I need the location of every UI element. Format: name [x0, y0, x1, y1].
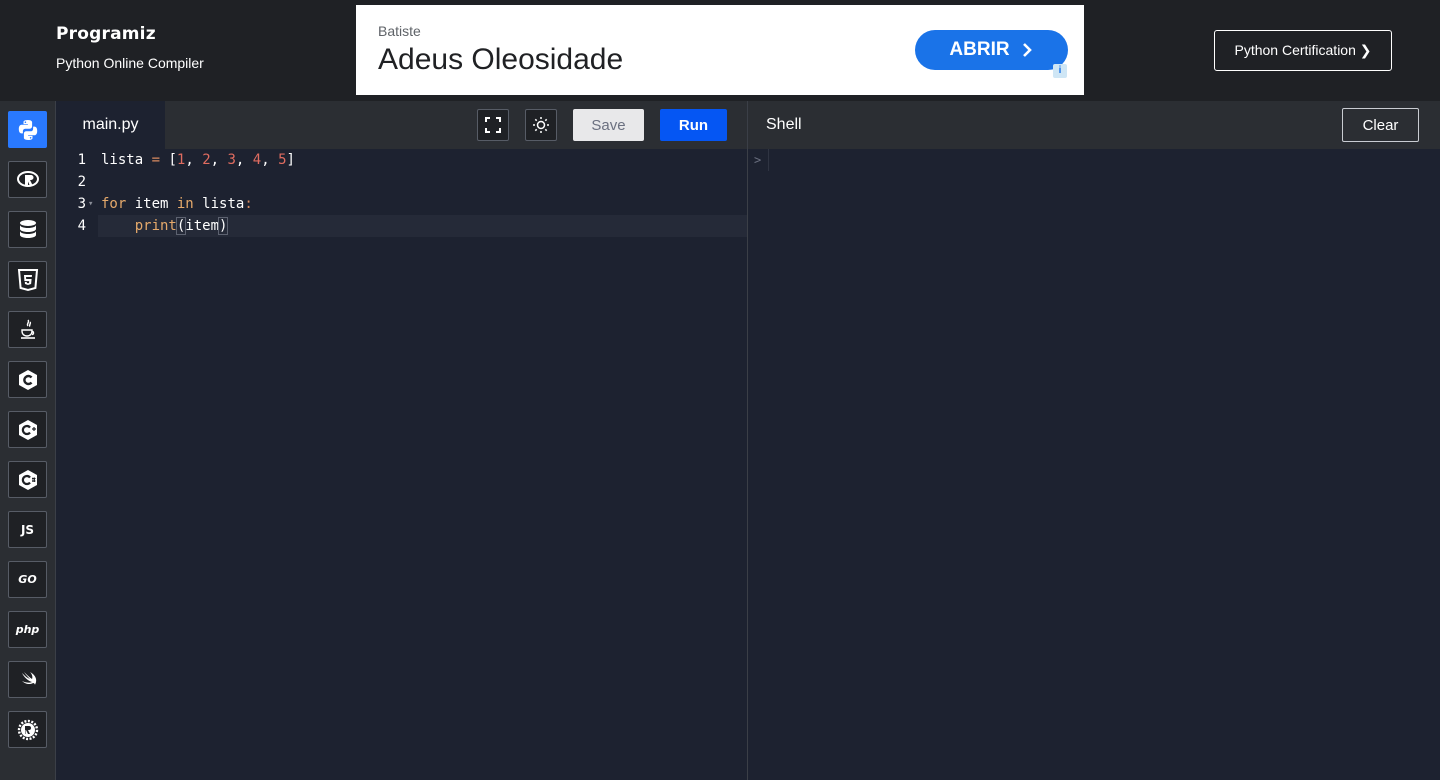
- rust-icon[interactable]: [8, 711, 47, 748]
- go-label: GO: [18, 573, 37, 586]
- save-button[interactable]: Save: [573, 109, 644, 141]
- sun-icon: [533, 117, 549, 133]
- file-tab-main[interactable]: main.py: [56, 101, 165, 149]
- code-line-1: 1 lista = [1, 2, 3, 4, 5]: [56, 149, 747, 171]
- code-editor[interactable]: 1 lista = [1, 2, 3, 4, 5] 2 3 ▾ for item…: [56, 149, 747, 780]
- python-icon[interactable]: [8, 111, 47, 148]
- go-icon[interactable]: GO: [8, 561, 47, 598]
- shell-toolbar: Shell Clear: [748, 101, 1440, 149]
- clear-button[interactable]: Clear: [1342, 108, 1419, 142]
- python-certification-button[interactable]: Python Certification ❯: [1214, 30, 1392, 71]
- ad-headline: Adeus Oleosidade: [378, 43, 624, 76]
- code-line-4: 4 print(item): [56, 215, 747, 237]
- language-sidebar: JS GO php: [0, 101, 56, 780]
- java-icon[interactable]: [8, 311, 47, 348]
- c-icon[interactable]: [8, 361, 47, 398]
- code-text: lista = [1, 2, 3, 4, 5]: [101, 152, 295, 168]
- ad-cta-label: ABRIR: [949, 39, 1010, 60]
- ad-brand: Batiste: [378, 23, 421, 39]
- theme-toggle-button[interactable]: [525, 109, 557, 141]
- editor-toolbar: main.py Save Run: [56, 101, 747, 149]
- shell-title: Shell: [766, 116, 802, 133]
- ad-open-button[interactable]: ABRIR: [915, 30, 1068, 70]
- js-label: JS: [20, 522, 35, 537]
- fullscreen-button[interactable]: [477, 109, 509, 141]
- advertisement-banner[interactable]: Batiste Adeus Oleosidade ABRIR i: [356, 5, 1084, 95]
- compiler-subtitle: Python Online Compiler: [56, 55, 204, 71]
- code-text: print(item): [134, 217, 229, 235]
- shell-gutter: [768, 149, 769, 171]
- shell-prompt: >: [754, 153, 762, 167]
- code-line-2: 2: [56, 171, 747, 193]
- line-number: 2: [77, 174, 86, 190]
- logo-text: Programiz: [56, 24, 156, 44]
- cpp-icon[interactable]: [8, 411, 47, 448]
- fullscreen-icon: [485, 117, 501, 133]
- line-number: 3: [77, 196, 86, 212]
- run-button[interactable]: Run: [660, 109, 727, 141]
- swift-icon[interactable]: [8, 661, 47, 698]
- r-icon[interactable]: [8, 161, 47, 198]
- programiz-logo[interactable]: Programiz Python Online Compiler: [56, 24, 204, 71]
- php-icon[interactable]: php: [8, 611, 47, 648]
- line-number: 4: [77, 218, 86, 234]
- ad-info-icon[interactable]: i: [1053, 64, 1067, 78]
- line-number: 1: [77, 152, 86, 168]
- chevron-right-icon: [1022, 43, 1032, 57]
- php-label: php: [15, 623, 40, 636]
- shell-output[interactable]: >: [748, 149, 1440, 780]
- text-cursor: [227, 218, 229, 234]
- top-header: Programiz Python Online Compiler Batiste…: [0, 0, 1440, 101]
- csharp-icon[interactable]: [8, 461, 47, 498]
- fold-arrow-icon[interactable]: ▾: [88, 193, 93, 215]
- javascript-icon[interactable]: JS: [8, 511, 47, 548]
- sql-icon[interactable]: [8, 211, 47, 248]
- code-text: for item in lista:: [101, 196, 253, 212]
- html-icon[interactable]: [8, 261, 47, 298]
- code-line-3: 3 ▾ for item in lista:: [56, 193, 747, 215]
